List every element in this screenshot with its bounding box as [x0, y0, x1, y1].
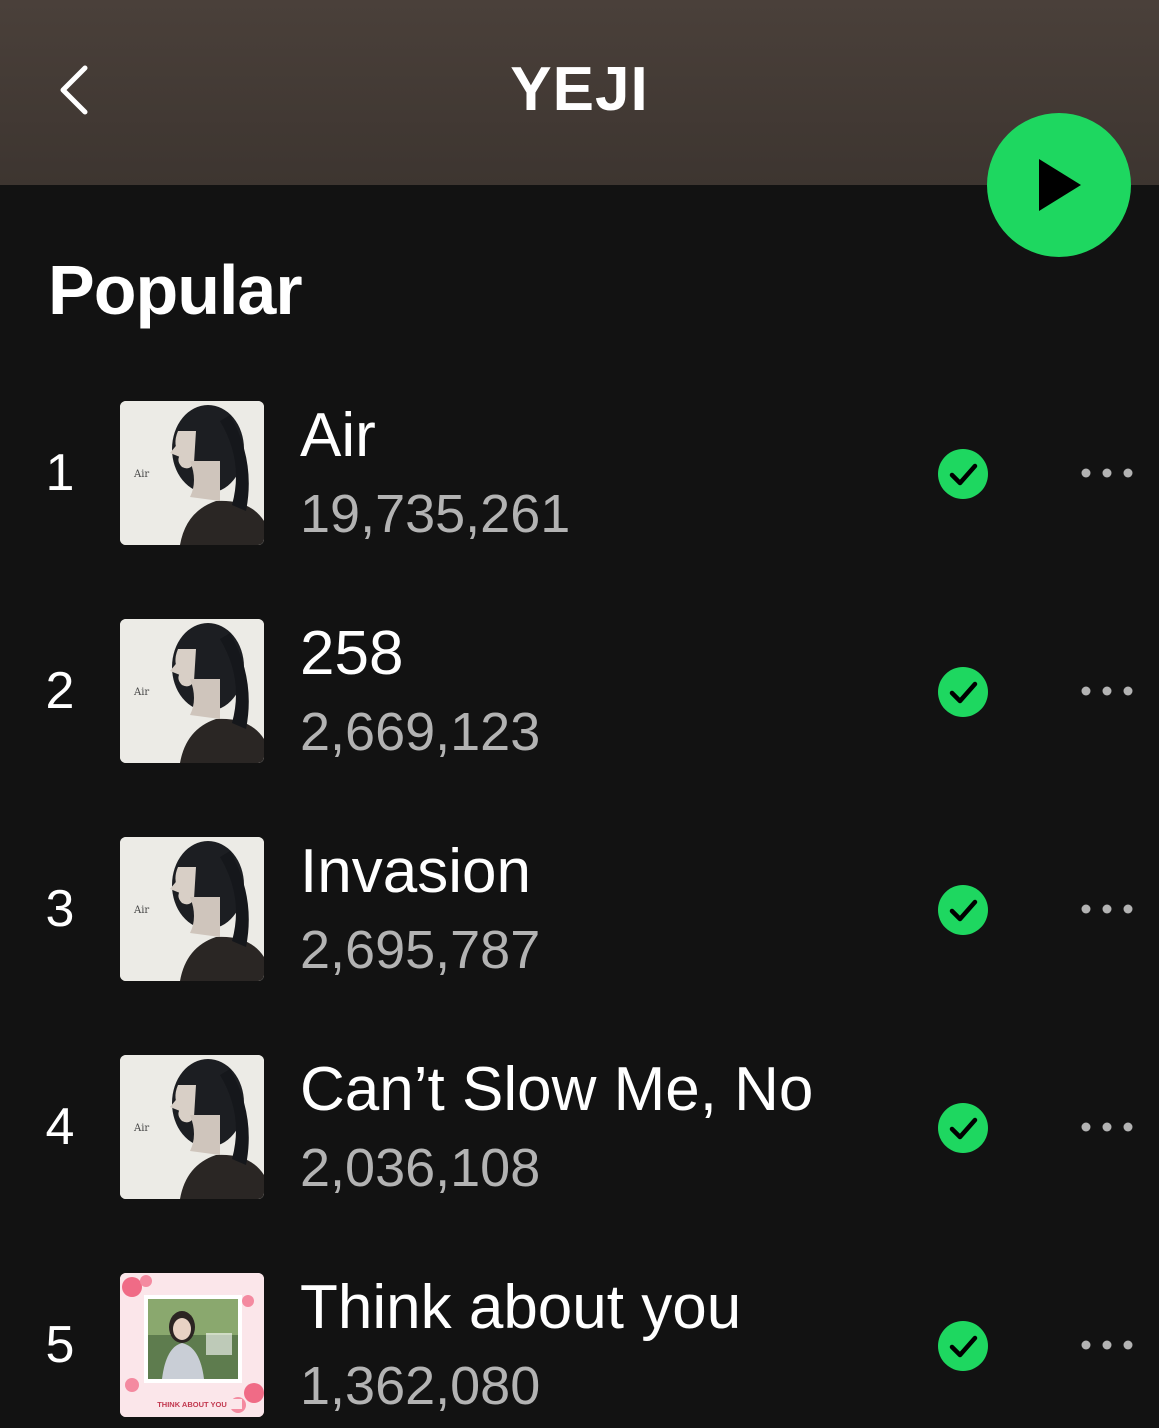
artist-name-title: YEJI [510, 55, 649, 124]
track-title: 258 [300, 619, 404, 688]
track-row[interactable]: 5 THINK ABOUT YOU Think about you 1,362,… [0, 1272, 1159, 1428]
svg-text:THINK ABOUT YOU: THINK ABOUT YOU [157, 1400, 227, 1409]
more-options-button[interactable] [1070, 1104, 1144, 1150]
svg-text:Air: Air [133, 687, 149, 698]
svg-text:Air: Air [133, 905, 149, 916]
air-album-cover-art: Air [120, 619, 264, 763]
track-title: Can’t Slow Me, No [300, 1055, 814, 1124]
track-rank: 5 [45, 1316, 75, 1374]
album-cover: Air [120, 619, 264, 763]
more-dots-icon [1081, 468, 1133, 478]
more-dots-icon [1081, 904, 1133, 914]
track-row[interactable]: 1 Air Air 19,735,261 [0, 400, 1159, 618]
saved-check-icon[interactable] [938, 1321, 988, 1371]
more-options-button[interactable] [1070, 886, 1144, 932]
track-row[interactable]: 4 Air Can’t Slow Me, No 2,036,108 [0, 1054, 1159, 1272]
track-row[interactable]: 2 Air 258 2,669,123 [0, 618, 1159, 836]
track-title: Air [300, 401, 376, 470]
album-cover: Air [120, 837, 264, 981]
more-dots-icon [1081, 686, 1133, 696]
saved-check-icon[interactable] [938, 449, 988, 499]
air-album-cover-art: Air [120, 837, 264, 981]
track-play-count: 2,669,123 [300, 702, 541, 762]
popular-track-list: 1 Air Air 19,735,261 2 Air 258 2,669,123… [0, 400, 1159, 1428]
saved-check-icon[interactable] [938, 667, 988, 717]
play-button[interactable] [987, 113, 1131, 257]
air-album-cover-art: Air [120, 1055, 264, 1199]
more-options-button[interactable] [1070, 450, 1144, 496]
top-bar: YEJI [0, 0, 1159, 185]
track-title: Think about you [300, 1273, 742, 1342]
saved-check-icon[interactable] [938, 1103, 988, 1153]
track-rank: 1 [45, 444, 75, 502]
think-about-you-cover-art: THINK ABOUT YOU [120, 1273, 264, 1417]
track-play-count: 2,695,787 [300, 920, 541, 980]
section-title-popular: Popular [48, 251, 303, 329]
track-rank: 4 [45, 1098, 75, 1156]
track-play-count: 2,036,108 [300, 1138, 541, 1198]
track-play-count: 1,362,080 [300, 1356, 541, 1416]
track-play-count: 19,735,261 [300, 484, 571, 544]
more-options-button[interactable] [1070, 1322, 1144, 1368]
album-cover: Air [120, 1055, 264, 1199]
svg-text:Air: Air [133, 469, 149, 480]
more-dots-icon [1081, 1122, 1133, 1132]
artist-page: YEJI Popular 1 Air Air 19,735,261 2 Air … [0, 0, 1159, 1428]
more-options-button[interactable] [1070, 668, 1144, 714]
album-cover: THINK ABOUT YOU [120, 1273, 264, 1417]
track-title: Invasion [300, 837, 531, 906]
track-row[interactable]: 3 Air Invasion 2,695,787 [0, 836, 1159, 1054]
saved-check-icon[interactable] [938, 885, 988, 935]
svg-text:Air: Air [133, 1123, 149, 1134]
album-cover: Air [120, 401, 264, 545]
track-rank: 2 [45, 662, 75, 720]
air-album-cover-art: Air [120, 401, 264, 545]
track-rank: 3 [45, 880, 75, 938]
play-icon [1039, 159, 1081, 211]
more-dots-icon [1081, 1340, 1133, 1350]
